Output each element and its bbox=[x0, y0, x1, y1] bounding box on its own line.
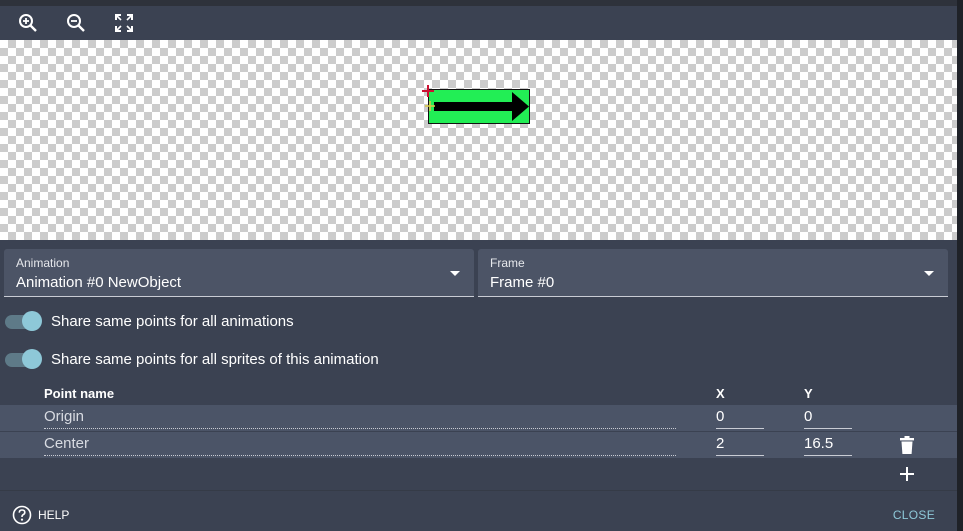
points-editor-dialog: Animation Animation #0 NewObject Frame F… bbox=[0, 0, 957, 531]
zoom-out-icon bbox=[67, 13, 85, 32]
toggle-thumb bbox=[22, 349, 42, 369]
toggle-share-points-all-sprites[interactable]: Share same points for all sprites of thi… bbox=[5, 347, 379, 371]
point-y-input[interactable]: 16.5 bbox=[804, 434, 852, 456]
toggle-switch[interactable] bbox=[5, 311, 43, 331]
add-point-button[interactable] bbox=[897, 464, 917, 484]
table-row-center: Center 2 16.5 bbox=[0, 432, 957, 458]
point-name-input[interactable]: Center bbox=[44, 434, 676, 456]
close-button[interactable]: CLOSE bbox=[893, 508, 935, 522]
animation-select[interactable]: Animation Animation #0 NewObject bbox=[4, 249, 474, 297]
toggle-share-points-all-animations[interactable]: Share same points for all animations bbox=[5, 309, 294, 333]
table-row-origin: Origin 0 0 bbox=[0, 405, 957, 431]
sprite-canvas[interactable] bbox=[0, 40, 957, 240]
zoom-in-icon bbox=[19, 13, 37, 32]
canvas-toolbar bbox=[0, 6, 957, 39]
toggle-switch[interactable] bbox=[5, 349, 43, 369]
delete-point-button[interactable] bbox=[897, 435, 917, 455]
frame-select-label: Frame bbox=[490, 256, 525, 270]
point-x-input[interactable]: 2 bbox=[716, 434, 764, 456]
toggle-thumb bbox=[22, 311, 42, 331]
toggle-label: Share same points for all sprites of thi… bbox=[51, 350, 379, 368]
origin-point-marker[interactable] bbox=[422, 85, 434, 97]
frame-select[interactable]: Frame Frame #0 bbox=[478, 249, 948, 297]
header-y: Y bbox=[804, 386, 813, 401]
zoom-in-button[interactable] bbox=[16, 11, 40, 35]
point-y-input[interactable]: 0 bbox=[804, 407, 852, 429]
trash-icon bbox=[900, 436, 914, 454]
animation-select-value: Animation #0 NewObject bbox=[16, 274, 182, 291]
frame-dropdown-arrow-icon bbox=[924, 271, 934, 276]
fit-to-view-button[interactable] bbox=[112, 11, 136, 35]
header-x: X bbox=[716, 386, 725, 401]
frame-select-value: Frame #0 bbox=[490, 274, 555, 291]
zoom-out-button[interactable] bbox=[64, 11, 88, 35]
footer-divider bbox=[0, 490, 957, 491]
fullscreen-icon bbox=[115, 13, 133, 32]
background-edge bbox=[957, 0, 963, 531]
sprite-arrow-image bbox=[428, 89, 530, 124]
header-point-name: Point name bbox=[44, 386, 115, 401]
animation-select-label: Animation bbox=[16, 256, 70, 270]
animation-dropdown-arrow-icon bbox=[450, 271, 460, 276]
help-circle-icon bbox=[12, 505, 32, 525]
points-table-header: Point name X Y bbox=[0, 383, 957, 405]
help-label: HELP bbox=[38, 508, 70, 522]
toggle-label: Share same points for all animations bbox=[51, 312, 294, 330]
point-name-input[interactable]: Origin bbox=[44, 407, 676, 429]
plus-icon bbox=[900, 467, 914, 481]
center-point-marker[interactable] bbox=[425, 101, 435, 111]
point-x-input[interactable]: 0 bbox=[716, 407, 764, 429]
help-button[interactable]: HELP bbox=[12, 505, 69, 525]
